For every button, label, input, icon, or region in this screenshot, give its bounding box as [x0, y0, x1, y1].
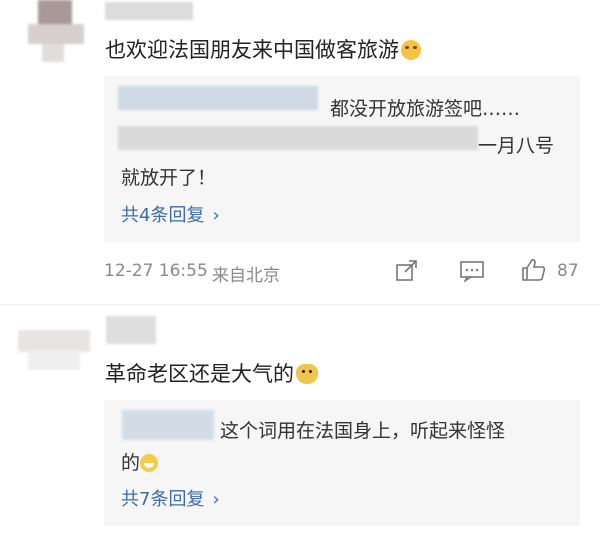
laughing-face-icon [140, 454, 159, 472]
reply-text: 一月八号 [478, 135, 555, 157]
reply-text: 就放开了！ [121, 167, 217, 189]
view-replies-link[interactable]: 共4条回复 › [121, 201, 220, 227]
reply-username-blurred[interactable] [122, 410, 214, 440]
like-count: 87 [557, 261, 579, 281]
chevron-right-icon: › [212, 205, 220, 226]
username-blurred[interactable] [105, 2, 193, 20]
timestamp: 12-27 16:55 [104, 261, 208, 281]
crying-face-icon [401, 40, 421, 60]
comment-text: 革命老区还是大气的 [105, 358, 318, 388]
comment-text: 也欢迎法国朋友来中国做客旅游 [105, 34, 421, 64]
divider [0, 304, 600, 305]
view-replies-link[interactable]: 共7条回复 › [121, 485, 220, 511]
reply-username-blurred[interactable] [118, 126, 478, 150]
doge-icon [296, 364, 318, 384]
reply-text: 都没开放旅游签吧…… [330, 98, 521, 120]
avatar[interactable] [18, 330, 90, 374]
chevron-right-icon: › [212, 489, 220, 510]
comment-icon[interactable] [459, 260, 485, 282]
reply-text: 的 [121, 448, 159, 475]
share-icon[interactable] [395, 260, 419, 282]
username-blurred[interactable] [106, 316, 156, 344]
like-icon[interactable] [521, 258, 547, 282]
reply-username-blurred[interactable] [118, 86, 318, 110]
location: 来自北京 [212, 266, 280, 286]
avatar[interactable] [28, 0, 84, 68]
reply-text: 这个词用在法国身上，听起来怪怪 [220, 420, 506, 442]
